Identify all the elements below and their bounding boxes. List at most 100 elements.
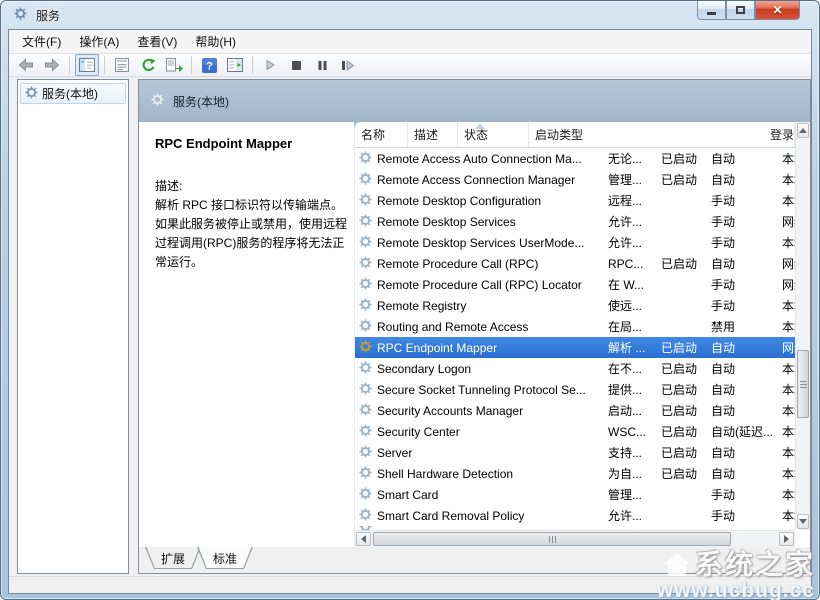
- service-startup-cell: 自动: [705, 171, 776, 188]
- start-service-button[interactable]: [258, 54, 282, 76]
- services-window: 服务 ✕ 文件(F) 操作(A) 查看(V) 帮助(H): [0, 0, 820, 600]
- table-row[interactable]: Remote Access Auto Connection Ma... 无论..…: [355, 148, 795, 169]
- service-desc-cell: 提供...: [602, 381, 655, 398]
- service-startup-cell: 自动: [705, 444, 776, 461]
- service-startup-cell: 手动: [705, 486, 776, 503]
- forward-button[interactable]: [40, 54, 64, 76]
- tab-standard[interactable]: 标准: [197, 547, 253, 569]
- gear-icon: [359, 340, 372, 353]
- service-desc-cell: 解析 ...: [602, 339, 655, 356]
- column-header-description[interactable]: 描述: [408, 122, 458, 147]
- gear-icon: [359, 424, 372, 437]
- table-row[interactable]: Smart Card Removal Policy 允许... 手动 本地: [355, 505, 795, 526]
- table-row[interactable]: Remote Procedure Call (RPC) Locator 在 W.…: [355, 274, 795, 295]
- service-logon-cell: 网络: [776, 276, 795, 293]
- table-row[interactable]: Remote Desktop Services 允许... 手动 网络: [355, 211, 795, 232]
- services-list-panel: 名称 描述 状态 启动类型 登录 Remote Access Auto Conn…: [354, 122, 810, 547]
- svg-text:?: ?: [206, 60, 213, 72]
- vertical-scrollbar[interactable]: [795, 122, 810, 530]
- show-console-tree-button[interactable]: [75, 54, 99, 76]
- column-header-startup-type[interactable]: 启动类型: [529, 122, 764, 147]
- stop-service-button[interactable]: [284, 54, 308, 76]
- gear-icon: [359, 193, 372, 206]
- gear-icon: [359, 466, 372, 479]
- service-name-cell: Remote Registry: [355, 298, 602, 314]
- service-desc-cell: 允许...: [602, 507, 655, 524]
- table-row[interactable]: Security Center WSC... 已启动 自动(延迟... 本地: [355, 421, 795, 442]
- service-startup-cell: 禁用: [705, 318, 776, 335]
- service-desc-cell: 管理...: [602, 171, 655, 188]
- service-name-cell: Security Accounts Manager: [355, 403, 602, 419]
- service-status-cell: 已启动: [655, 381, 705, 398]
- service-startup-cell: 自动: [705, 255, 776, 272]
- menubar: 文件(F) 操作(A) 查看(V) 帮助(H): [9, 30, 811, 54]
- window-title: 服务: [36, 7, 60, 24]
- menu-view[interactable]: 查看(V): [128, 29, 186, 54]
- show-action-pane-button[interactable]: [223, 54, 247, 76]
- scroll-right-button[interactable]: [779, 532, 794, 546]
- selected-service-title: RPC Endpoint Mapper: [155, 136, 344, 151]
- column-header-status[interactable]: 状态: [458, 122, 529, 147]
- table-row[interactable]: Routing and Remote Access 在局... 禁用 本地: [355, 316, 795, 337]
- minimize-button[interactable]: [697, 1, 726, 20]
- scroll-up-button[interactable]: [797, 123, 809, 138]
- horizontal-scrollbar-thumb[interactable]: [373, 532, 731, 546]
- show-action-pane-icon: [227, 58, 243, 72]
- table-row[interactable]: Secondary Logon 在不... 已启动 自动 本地: [355, 358, 795, 379]
- vertical-scrollbar-thumb[interactable]: [797, 350, 809, 418]
- service-name-cell: Remote Desktop Configuration: [355, 193, 602, 209]
- service-name-cell: Remote Procedure Call (RPC) Locator: [355, 277, 602, 293]
- back-icon: [17, 57, 35, 73]
- close-button[interactable]: ✕: [755, 1, 800, 20]
- service-desc-cell: 允许...: [602, 213, 655, 230]
- tree-item-services-local[interactable]: 服务(本地): [20, 83, 126, 104]
- menu-file[interactable]: 文件(F): [13, 29, 70, 54]
- gear-icon: [359, 214, 372, 227]
- table-row[interactable]: Smart Card 管理... 手动 本地: [355, 484, 795, 505]
- menu-action[interactable]: 操作(A): [70, 29, 128, 54]
- maximize-button[interactable]: [726, 1, 755, 20]
- tab-extended[interactable]: 扩展: [145, 547, 201, 569]
- service-name-cell: Remote Desktop Services UserMode...: [355, 235, 602, 251]
- column-header-name[interactable]: 名称: [355, 122, 408, 147]
- refresh-button[interactable]: [136, 54, 160, 76]
- table-row[interactable]: RPC Endpoint Mapper 解析 ... 已启动 自动 网络: [355, 337, 795, 358]
- service-logon-cell: 本地: [776, 381, 795, 398]
- properties-icon: [115, 58, 129, 72]
- scroll-left-button[interactable]: [356, 532, 371, 546]
- service-desc-cell: 允许...: [602, 234, 655, 251]
- service-name-cell: Remote Procedure Call (RPC): [355, 256, 602, 272]
- extended-view: RPC Endpoint Mapper 描述: 解析 RPC 接口标识符以传输端…: [139, 122, 810, 547]
- table-row[interactable]: Shell Hardware Detection 为自... 已启动 自动 本地: [355, 463, 795, 484]
- properties-button[interactable]: [110, 54, 134, 76]
- service-startup-cell: 自动: [705, 465, 776, 482]
- table-row[interactable]: Remote Desktop Configuration 远程... 手动 本地: [355, 190, 795, 211]
- column-header-logon[interactable]: 登录: [764, 122, 795, 147]
- service-logon-cell: 网络: [776, 213, 795, 230]
- menu-help[interactable]: 帮助(H): [186, 29, 245, 54]
- titlebar[interactable]: 服务 ✕: [8, 1, 812, 29]
- export-list-button[interactable]: [162, 54, 186, 76]
- table-row[interactable]: Remote Procedure Call (RPC) RPC... 已启动 自…: [355, 253, 795, 274]
- pause-service-button[interactable]: [310, 54, 334, 76]
- service-desc-cell: 支持...: [602, 444, 655, 461]
- table-row[interactable]: Server 支持... 已启动 自动 本地: [355, 442, 795, 463]
- service-startup-cell: 手动: [705, 192, 776, 209]
- service-startup-cell: 手动: [705, 297, 776, 314]
- service-desc-cell: 启动...: [602, 402, 655, 419]
- horizontal-scrollbar[interactable]: [355, 530, 795, 547]
- description-panel: RPC Endpoint Mapper 描述: 解析 RPC 接口标识符以传输端…: [139, 122, 354, 547]
- service-status-cell: 已启动: [655, 171, 705, 188]
- help-button[interactable]: ?: [197, 54, 221, 76]
- service-startup-cell: 自动: [705, 339, 776, 356]
- restart-service-button[interactable]: [336, 54, 360, 76]
- table-row[interactable]: Secure Socket Tunneling Protocol Se... 提…: [355, 379, 795, 400]
- table-row[interactable]: Remote Desktop Services UserMode... 允许..…: [355, 232, 795, 253]
- table-row[interactable]: Remote Registry 使远... 手动 本地: [355, 295, 795, 316]
- scroll-down-button[interactable]: [797, 514, 809, 529]
- table-row[interactable]: Security Accounts Manager 启动... 已启动 自动 本…: [355, 400, 795, 421]
- table-row[interactable]: Remote Access Connection Manager 管理... 已…: [355, 169, 795, 190]
- stop-service-icon: [291, 60, 302, 71]
- back-button[interactable]: [14, 54, 38, 76]
- service-logon-cell: 本地: [776, 318, 795, 335]
